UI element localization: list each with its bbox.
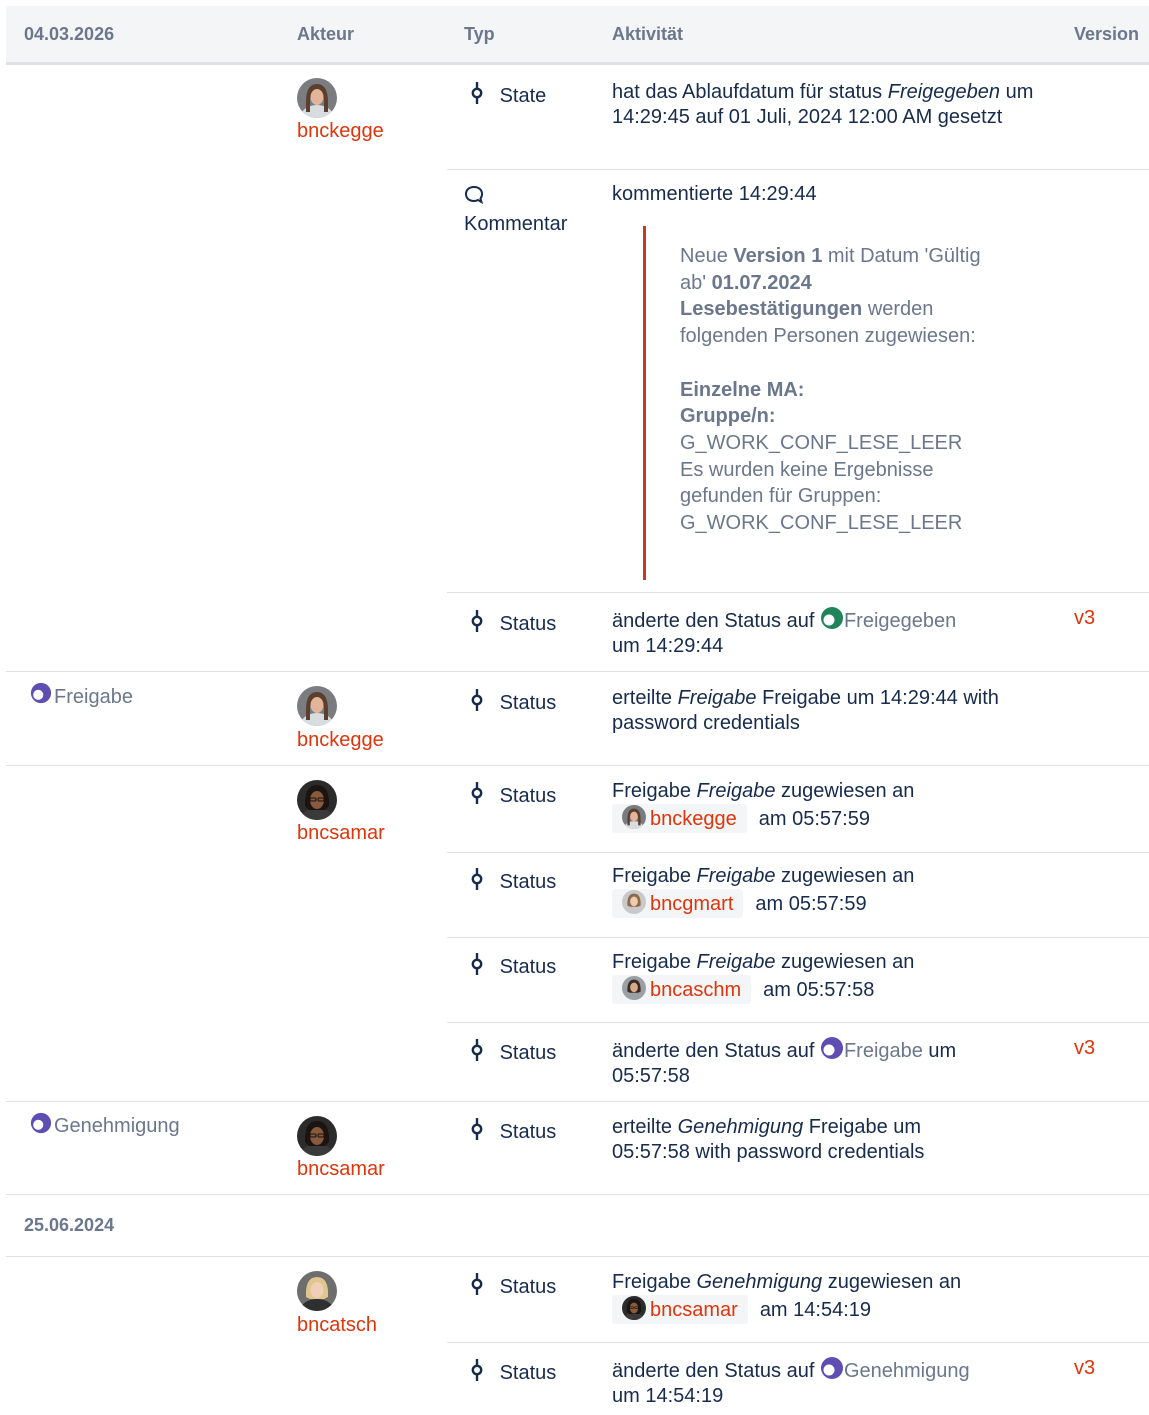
comment-quote-bar xyxy=(643,226,646,580)
header-divider xyxy=(6,62,1149,65)
commit-icon xyxy=(470,688,484,712)
type-status: Status xyxy=(470,609,556,636)
activity-text: kommentierte 14:29:44 xyxy=(612,183,817,205)
activity-text: Freigabe Genehmigung zugewiesen an bncsam… xyxy=(612,1270,1052,1324)
type-status: Status xyxy=(470,867,556,894)
row-divider xyxy=(6,1101,1149,1102)
column-akteur[interactable]: Akteur xyxy=(297,24,354,45)
activity-text: hat das Ablaufdatum für status Freigegeb… xyxy=(612,81,1034,128)
comment-body: Neue Version 1 mit Datum 'Gültig ab' 01.… xyxy=(680,245,981,535)
user-link-bnckegge[interactable]: bnckegge xyxy=(297,729,384,752)
type-status: Status xyxy=(470,781,556,808)
commit-icon xyxy=(470,1358,484,1382)
commit-icon xyxy=(470,781,484,805)
type-status: Status xyxy=(470,1272,556,1299)
stage-genehmigung-icon xyxy=(30,1112,52,1140)
activity-text: erteilte Genehmigung Freigabe um 05:57:5… xyxy=(612,1116,925,1163)
type-status: Status xyxy=(470,952,556,979)
activity-text: Freigabe Freigabe zugewiesen an bncaschm a… xyxy=(612,950,1052,1004)
commit-icon xyxy=(470,1117,484,1141)
version-link[interactable]: v3 xyxy=(1074,607,1095,630)
avatar xyxy=(622,1296,646,1320)
activity-text: änderte den Status auf Freigegeben um 14:… xyxy=(612,606,1032,659)
activity-text: änderte den Status auf Genehmigung um 14:… xyxy=(612,1356,1052,1409)
commit-icon xyxy=(470,81,484,105)
row-divider xyxy=(447,1342,1149,1343)
user-link-bncsamar[interactable]: bncsamar xyxy=(297,822,385,845)
avatar xyxy=(622,976,646,1000)
user-link-bnckegge[interactable]: bnckegge xyxy=(297,120,384,143)
section-date: 25.06.2024 xyxy=(24,1215,115,1235)
activity-text: Freigabe Freigabe zugewiesen an bnckegge a… xyxy=(612,779,1052,833)
row-divider xyxy=(447,1022,1149,1023)
commit-icon xyxy=(470,952,484,976)
status-freigabe-icon xyxy=(820,1036,844,1060)
row-divider xyxy=(447,937,1149,938)
type-state: State xyxy=(470,81,546,108)
type-status: Status xyxy=(470,1358,556,1385)
row-divider xyxy=(6,1256,1149,1257)
avatar xyxy=(297,1116,337,1156)
avatar xyxy=(622,890,646,914)
column-aktivitaet[interactable]: Aktivität xyxy=(612,24,683,45)
avatar xyxy=(297,1271,337,1311)
column-date[interactable]: 04.03.2026 xyxy=(24,24,114,45)
avatar xyxy=(297,780,337,820)
stage-label: Genehmigung xyxy=(54,1115,180,1137)
version-link[interactable]: v3 xyxy=(1074,1357,1095,1380)
user-link-bncsamar[interactable]: bncsamar xyxy=(297,1158,385,1181)
commit-icon xyxy=(470,1038,484,1062)
row-divider xyxy=(447,592,1149,593)
user-mention-chip[interactable]: bncsamar xyxy=(612,1295,748,1324)
avatar xyxy=(622,805,646,829)
avatar xyxy=(297,686,337,726)
type-status: Status xyxy=(470,688,556,715)
user-link-bncatsch[interactable]: bncatsch xyxy=(297,1314,377,1337)
status-genehmigung-icon xyxy=(820,1356,844,1380)
avatar xyxy=(297,78,337,118)
row-divider xyxy=(6,1194,1149,1195)
stage-freigabe-icon xyxy=(30,682,52,710)
row-divider xyxy=(447,169,1149,170)
type-status: Status xyxy=(470,1038,556,1065)
user-mention-chip[interactable]: bnckegge xyxy=(612,804,747,833)
column-typ[interactable]: Typ xyxy=(464,24,495,45)
row-divider xyxy=(447,852,1149,853)
user-mention-chip[interactable]: bncaschm xyxy=(612,975,752,1004)
status-freigegeben-icon xyxy=(820,606,844,630)
stage-label: Freigabe xyxy=(54,686,133,708)
activity-text: änderte den Status auf Freigabe um 05:57:… xyxy=(612,1036,1032,1089)
activity-text: erteilte Freigabe Freigabe um 14:29:44 w… xyxy=(612,687,999,734)
comment-icon xyxy=(464,185,484,211)
row-divider xyxy=(6,671,1149,672)
commit-icon xyxy=(470,867,484,891)
commit-icon xyxy=(470,609,484,633)
table-header xyxy=(6,6,1149,62)
user-mention-chip[interactable]: bncgmart xyxy=(612,889,744,918)
version-link[interactable]: v3 xyxy=(1074,1037,1095,1060)
type-label: State xyxy=(499,85,547,107)
column-version[interactable]: Version xyxy=(1074,24,1139,45)
activity-text: Freigabe Freigabe zugewiesen an bncgmart a… xyxy=(612,864,1052,918)
commit-icon xyxy=(470,1272,484,1296)
row-divider xyxy=(6,765,1149,766)
type-status: Status xyxy=(470,1117,556,1144)
type-kommentar: Kommentar xyxy=(464,213,568,235)
